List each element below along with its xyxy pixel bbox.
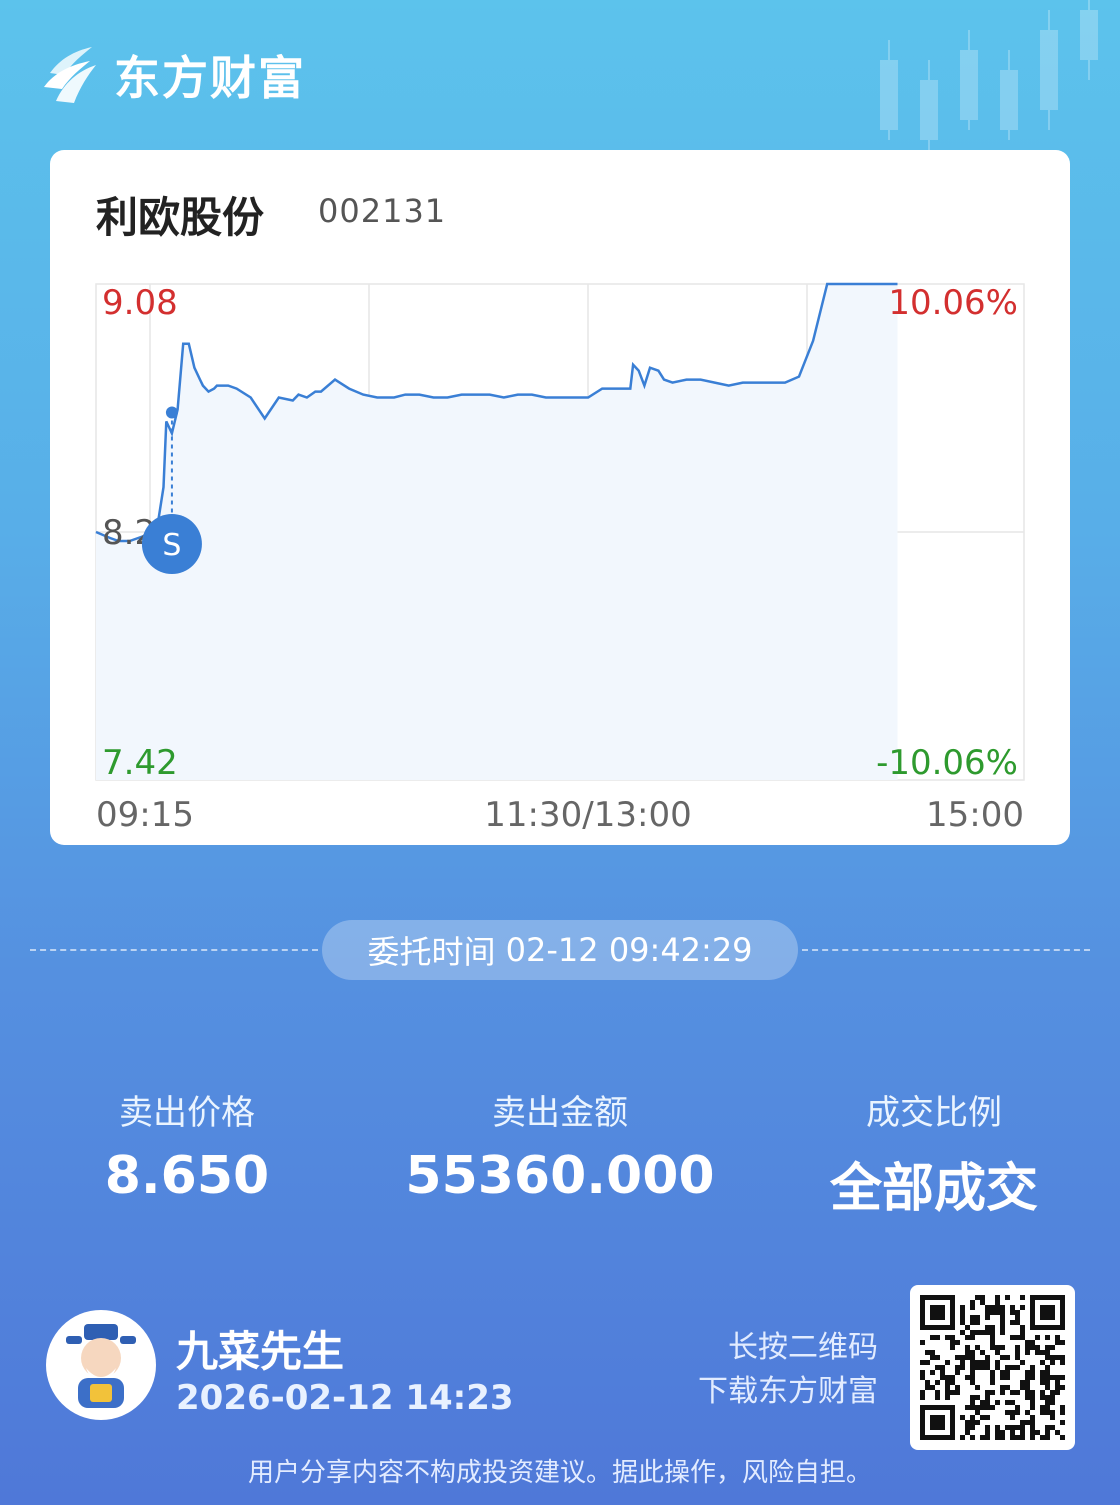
brand-header: 东方财富 [40,40,306,110]
brand-name: 东方财富 [114,51,306,105]
cartoon-avatar-icon [66,1324,136,1408]
share-time: 2026-02-12 14:23 [176,1378,514,1418]
stat-value: 8.650 [104,1146,270,1206]
order-time-pill: 委托时间 02-12 09:42:29 [322,920,798,980]
order-time-label: 委托时间 [367,933,496,971]
pct-high-label: 10.06% [888,283,1018,323]
sell-marker-dot [165,406,178,419]
stock-chart-card[interactable]: 利欧股份 002131 9.08 8.25 7.42 10.06% -10.06… [50,150,1070,845]
qr-hint: 长按二维码 下载东方财富 [698,1326,878,1414]
qr-hint-line2: 下载东方财富 [698,1374,878,1409]
user-name: 九菜先生 [176,1327,345,1376]
stat-label: 卖出价格 [119,1093,255,1133]
stat-label: 成交比例 [866,1093,1002,1133]
qr-hint-line1: 长按二维码 [728,1330,878,1365]
price-low-label: 7.42 [102,743,178,783]
pct-low-label: -10.06% [876,743,1018,783]
eastmoney-logo-icon [44,47,96,103]
qr-code[interactable] [910,1285,1075,1450]
avatar[interactable] [46,1310,156,1420]
candlestick-decoration [880,0,1098,150]
stat-sell-amount: 卖出金额 55360.000 [400,1085,720,1206]
x-tick-label: 09:15 [96,795,194,835]
order-time-value: 02-12 09:42:29 [505,931,753,969]
disclaimer: 用户分享内容不构成投资建议。据此操作，风险自担。 [247,1458,872,1488]
x-tick-label: 15:00 [926,795,1024,835]
qr-code-icon [920,1295,1065,1440]
dashed-divider-right [802,949,1090,951]
dashed-divider-left [30,949,318,951]
stat-label: 卖出金额 [492,1093,628,1133]
price-high-label: 9.08 [102,283,178,323]
sell-marker-label: S [162,528,181,563]
stat-value: 55360.000 [405,1146,715,1206]
stat-sell-price: 卖出价格 8.650 [87,1085,287,1206]
stat-value: 全部成交 [829,1159,1038,1219]
order-time-row: 委托时间 02-12 09:42:29 [30,920,1090,980]
price-area-fill [96,284,898,780]
stat-fill-ratio: 成交比例 全部成交 [800,1085,1068,1221]
x-tick-label: 11:30/13:00 [484,795,691,835]
intraday-chart: 9.08 8.25 7.42 10.06% -10.06% 09:15 11:3… [95,282,1025,835]
